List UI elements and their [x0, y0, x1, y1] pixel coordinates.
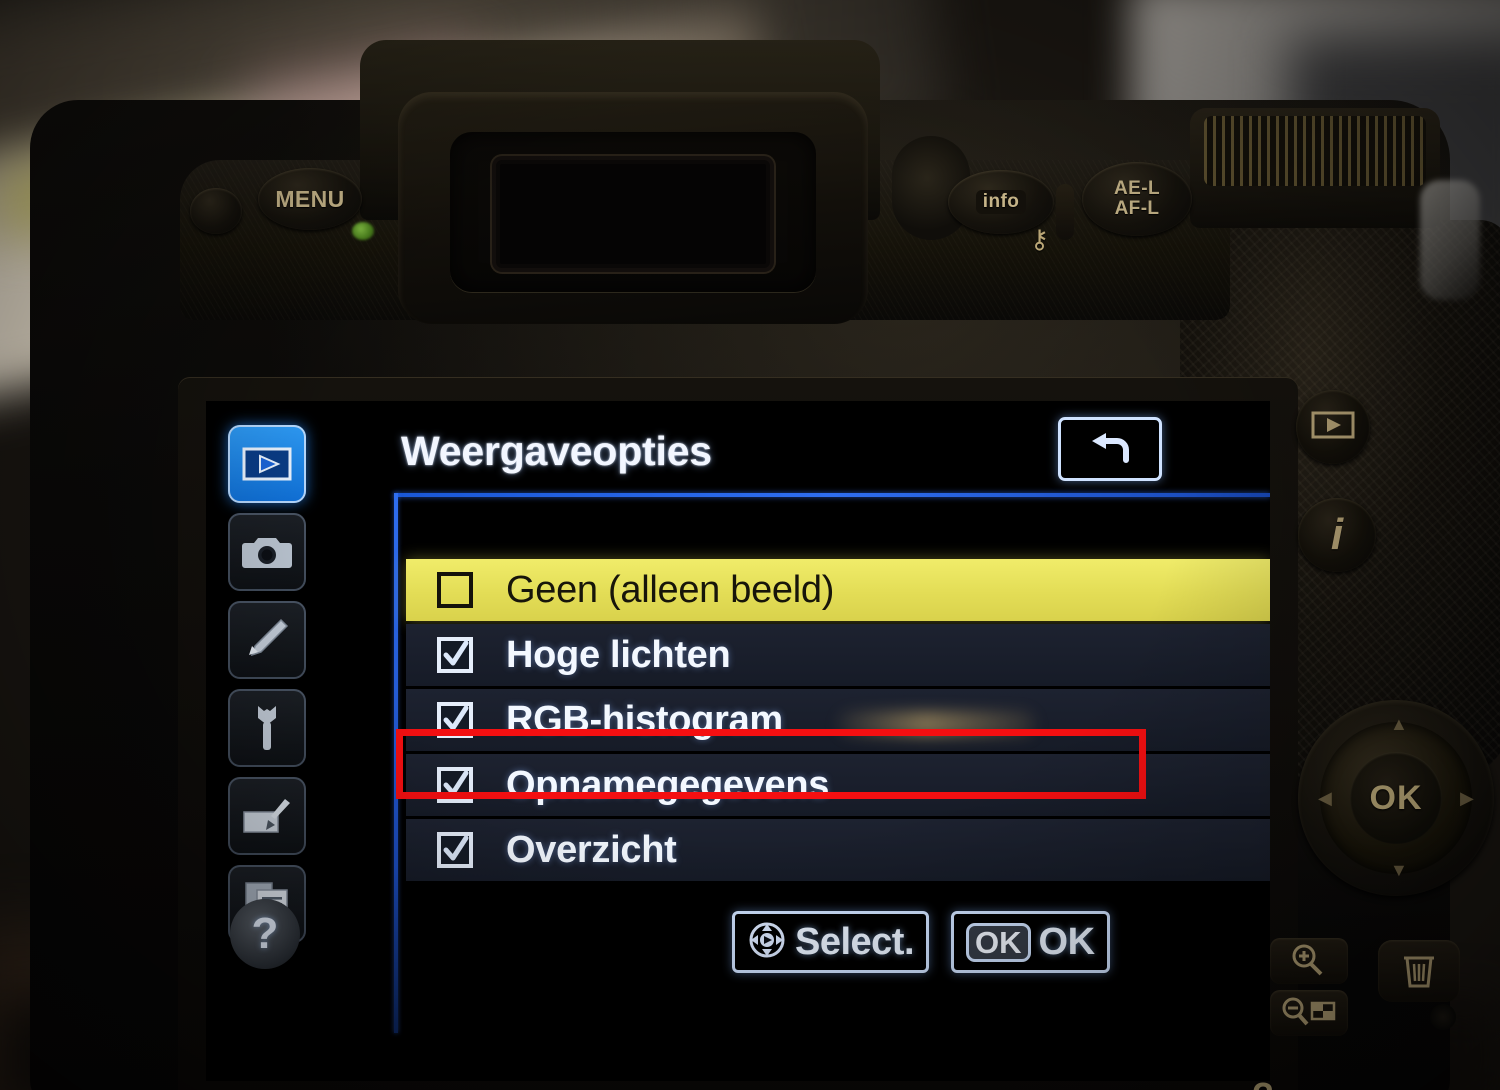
- back-button[interactable]: [1058, 417, 1162, 481]
- screen-glare-reflection: [836, 711, 1036, 737]
- list-item[interactable]: Hoge lichten: [406, 624, 1270, 686]
- list-item[interactable]: Overzicht: [406, 819, 1270, 881]
- playback-triangle-icon: [242, 447, 292, 481]
- info-button-label: info: [975, 190, 1027, 214]
- screenshot-stage: MENU info AE-L AF-L ⚷ ? Weergaveopties G…: [0, 0, 1500, 1090]
- eyecup-inner: [450, 132, 816, 292]
- sidebar-item-retouch-menu[interactable]: [228, 777, 306, 855]
- playback-triangle-icon: [1311, 411, 1355, 444]
- af-l-line: AF-L: [1114, 198, 1160, 219]
- body-edge-highlight: [1420, 180, 1480, 300]
- sidebar-item-setup-menu[interactable]: [228, 689, 306, 767]
- sidebar-item-playback-menu[interactable]: [228, 425, 306, 503]
- wrench-icon: [246, 704, 288, 752]
- speaker-hole: [190, 188, 242, 234]
- arrow-left-icon[interactable]: ◀: [1318, 788, 1332, 809]
- zoom-button-pair: [1270, 938, 1348, 1042]
- arrow-right-icon[interactable]: ▶: [1460, 788, 1474, 809]
- camera-icon: [241, 532, 293, 572]
- ok-chip-icon: OK: [966, 922, 1031, 962]
- sidebar-item-shooting-menu[interactable]: [228, 513, 306, 591]
- pencil-icon: [243, 616, 291, 664]
- sidebar-divider: [394, 493, 398, 1033]
- ae-l-af-l-button[interactable]: AE-L AF-L: [1082, 162, 1192, 236]
- lcd-screen: ? Weergaveopties Geen (alleen beeld) Hog…: [206, 401, 1270, 1081]
- speaker-port: [1430, 1004, 1456, 1030]
- question-mark-icon: ?: [251, 909, 279, 958]
- ae-l-line: AE-L: [1114, 178, 1160, 200]
- i-button-label: i: [1330, 510, 1344, 559]
- page-title: Weergaveopties: [401, 428, 712, 474]
- trash-can-icon: [1400, 948, 1438, 995]
- checkbox-checked-icon[interactable]: [436, 701, 474, 739]
- viewfinder-eyecup: [398, 92, 868, 324]
- ok-button-label: OK: [1369, 778, 1423, 817]
- sidebar-item-custom-settings-menu[interactable]: [228, 601, 306, 679]
- footer-hints: Select. OK OK: [732, 911, 1110, 973]
- select-hint-button[interactable]: Select.: [732, 911, 930, 973]
- lcd-bezel: ? Weergaveopties Geen (alleen beeld) Hog…: [178, 377, 1298, 1090]
- command-dial[interactable]: [1190, 108, 1440, 228]
- checkbox-checked-icon[interactable]: [436, 766, 474, 804]
- help-mark-label: ?: [1252, 1075, 1274, 1090]
- zoom-out-thumbnail-button[interactable]: [1270, 990, 1348, 1036]
- arrow-down-icon[interactable]: ▼: [1390, 860, 1408, 881]
- list-item[interactable]: Geen (alleen beeld): [406, 559, 1270, 621]
- checkbox-unchecked-icon[interactable]: [436, 571, 474, 609]
- select-hint-label: Select.: [795, 921, 915, 963]
- back-arrow-icon: [1086, 429, 1134, 469]
- header-divider: [394, 493, 1270, 497]
- ok-button[interactable]: OK: [1350, 752, 1442, 844]
- ok-chip-label: OK: [975, 924, 1022, 960]
- list-item-label: Opnamegegevens: [506, 764, 830, 806]
- playback-button[interactable]: [1296, 390, 1370, 464]
- list-item[interactable]: RGB-histogram: [406, 689, 1270, 751]
- list-item-label: RGB-histogram: [506, 699, 783, 741]
- menu-button[interactable]: MENU: [258, 168, 362, 230]
- delete-button[interactable]: [1378, 940, 1460, 1002]
- paintbrush-icon: [241, 794, 293, 838]
- list-item-label: Geen (alleen beeld): [506, 569, 835, 611]
- access-lamp-led: [352, 222, 374, 240]
- dial-ridges: [1204, 116, 1426, 186]
- checkbox-checked-icon[interactable]: [436, 831, 474, 869]
- ok-hint-button[interactable]: OK OK: [951, 911, 1110, 973]
- display-options-list: Geen (alleen beeld) Hoge lichten RGB-his…: [406, 559, 1270, 884]
- multi-selector-icon: [747, 920, 787, 965]
- arrow-up-icon[interactable]: ▲: [1390, 714, 1408, 735]
- ae-l-af-l-label: AE-L AF-L: [1114, 179, 1160, 219]
- menu-button-label: MENU: [275, 185, 345, 212]
- camera-body: MENU info AE-L AF-L ⚷ ? Weergaveopties G…: [30, 40, 1500, 1090]
- list-item-label: Hoge lichten: [506, 634, 731, 676]
- checkbox-checked-icon[interactable]: [436, 636, 474, 674]
- multi-selector-pad[interactable]: ▲ ▼ ◀ ▶ OK: [1298, 700, 1494, 896]
- magnifier-plus-icon: [1287, 942, 1331, 981]
- list-item[interactable]: Opnamegegevens: [406, 754, 1270, 816]
- ok-hint-label: OK: [1038, 921, 1096, 963]
- i-button[interactable]: i: [1298, 498, 1376, 572]
- menu-sidebar: [228, 425, 340, 953]
- magnifier-minus-thumbnail-icon: [1280, 995, 1338, 1032]
- list-item-label: Overzicht: [506, 829, 677, 871]
- body-seam: [1056, 184, 1074, 240]
- help-badge[interactable]: ?: [230, 899, 300, 969]
- key-lock-icon: ⚷: [1030, 224, 1050, 254]
- viewfinder-window: [490, 154, 776, 274]
- zoom-in-button[interactable]: [1270, 938, 1348, 984]
